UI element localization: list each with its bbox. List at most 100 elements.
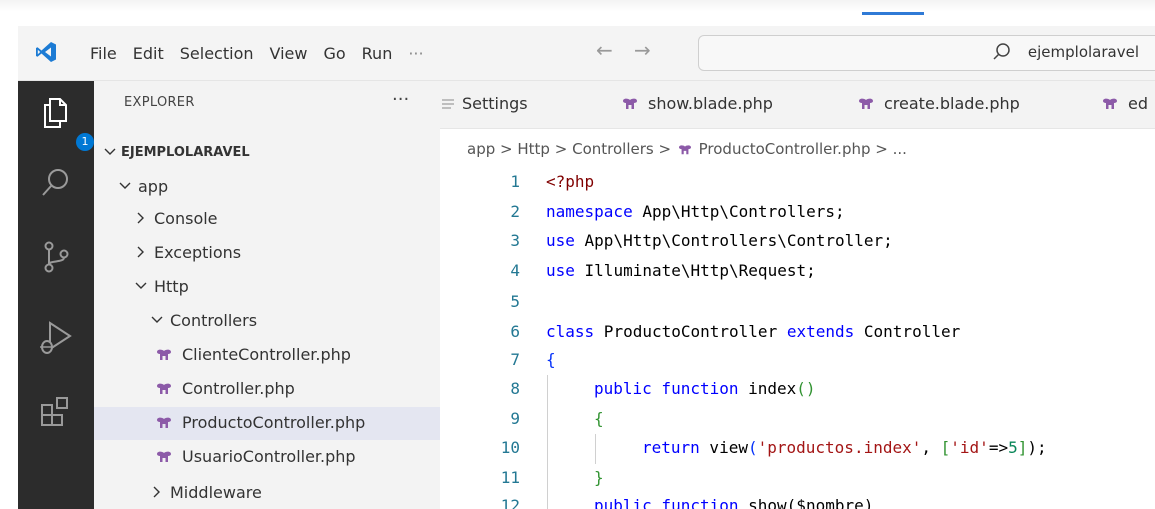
- code-bracket: (): [796, 379, 816, 398]
- tree-file-clientecontroller[interactable]: ClienteController.php: [94, 339, 440, 372]
- tree-file-productocontroller[interactable]: ProductoController.php: [94, 407, 440, 440]
- code-keyword: use: [546, 231, 575, 250]
- chevron-right-icon: [153, 486, 160, 498]
- menu-more[interactable]: ···: [400, 44, 431, 63]
- breadcrumb-separator: >: [500, 140, 513, 158]
- code-keyword: public: [594, 379, 652, 398]
- search-view-button[interactable]: [38, 165, 74, 201]
- code-keyword: class: [546, 322, 595, 341]
- breadcrumb-controllers[interactable]: Controllers: [572, 140, 654, 158]
- chevron-right-icon: [137, 212, 144, 224]
- menu-go[interactable]: Go: [315, 44, 353, 63]
- tree-file-controller[interactable]: Controller.php: [94, 373, 440, 406]
- menu-edit[interactable]: Edit: [125, 44, 172, 63]
- tree-folder-app[interactable]: app: [94, 171, 440, 204]
- code-bracket: {: [594, 409, 604, 428]
- chevron-down-icon: [104, 148, 116, 155]
- code-text: );: [1027, 438, 1047, 457]
- php-file-icon: [157, 349, 171, 360]
- run-debug-icon: [40, 321, 72, 354]
- code-line: 6 class ProductoController extends Contr…: [440, 318, 1155, 348]
- code-bracket: ]: [1017, 438, 1028, 457]
- php-file-icon: [157, 417, 171, 428]
- menu-bar: File Edit Selection View Go Run ···: [82, 26, 432, 80]
- code-line: 3 use App\Http\Controllers\Controller;: [440, 227, 1155, 257]
- chevron-right-icon: [137, 246, 144, 258]
- code-text: ($nombre): [786, 496, 874, 509]
- breadcrumb-separator: >: [554, 140, 568, 158]
- code-keyword: extends: [786, 322, 855, 341]
- explorer-badge: 1: [76, 133, 94, 151]
- code-bracket: {: [546, 350, 556, 369]
- code-keyword: public: [594, 496, 652, 509]
- breadcrumb-file[interactable]: ProductoController.php: [699, 140, 871, 158]
- editor-tabs: Settings show.blade.php create.blade.php…: [440, 81, 1155, 129]
- tree-label: Exceptions: [154, 243, 242, 262]
- chevron-down-icon: [119, 182, 131, 189]
- menu-file[interactable]: File: [82, 44, 125, 63]
- code-bracket: }: [594, 468, 604, 487]
- tab-edit-blade[interactable]: ed: [1100, 81, 1155, 128]
- menu-selection[interactable]: Selection: [172, 44, 262, 63]
- source-control-button[interactable]: [38, 239, 74, 275]
- tree-label: ProductoController.php: [182, 413, 366, 432]
- code-text: App\Http\Controllers;: [632, 202, 845, 221]
- tree-folder-middleware[interactable]: Middleware: [94, 477, 440, 509]
- code-text: App\Http\Controllers\Controller;: [574, 231, 893, 250]
- code-text: <?php: [546, 172, 595, 191]
- chevron-down-icon: [151, 316, 163, 323]
- tab-create-blade[interactable]: create.blade.php: [856, 81, 1056, 128]
- breadcrumb-separator: >: [658, 140, 672, 158]
- menu-run[interactable]: Run: [354, 44, 401, 63]
- run-debug-button[interactable]: [38, 319, 74, 355]
- code-text: Controller: [854, 322, 961, 341]
- code-text: Illuminate\Http\Request;: [574, 261, 816, 280]
- line-number: 9: [510, 409, 520, 428]
- explorer-more-button[interactable]: ···: [392, 89, 409, 110]
- title-bar: File Edit Selection View Go Run ··· ← → …: [18, 26, 1155, 81]
- breadcrumb-app[interactable]: app: [467, 140, 495, 158]
- command-center-search[interactable]: ejemplolaravel: [698, 35, 1155, 71]
- code-keyword: return: [642, 438, 700, 457]
- menu-view[interactable]: View: [262, 44, 316, 63]
- line-number: 1: [510, 172, 520, 191]
- tab-label: show.blade.php: [648, 94, 773, 113]
- tree-label: Middleware: [170, 483, 262, 502]
- line-number: 2: [510, 202, 520, 221]
- tree-root-folder[interactable]: EJEMPLOLARAVEL: [94, 137, 440, 170]
- code-line: 4 use Illuminate\Http\Request;: [440, 257, 1155, 287]
- breadcrumb-separator: >: [875, 140, 888, 158]
- activity-bar: 1: [18, 81, 94, 509]
- code-text: index: [738, 379, 797, 398]
- tree-folder-exceptions[interactable]: Exceptions: [94, 237, 440, 270]
- back-button[interactable]: ←: [596, 38, 613, 62]
- line-number: 8: [510, 379, 520, 398]
- php-file-icon: [623, 98, 637, 109]
- tab-settings[interactable]: Settings: [440, 81, 560, 128]
- window-accent-line: [862, 12, 924, 15]
- explorer-button[interactable]: 1: [38, 95, 94, 151]
- line-number: 12: [500, 496, 520, 509]
- tree-label: app: [138, 177, 169, 196]
- code-bracket: [: [940, 438, 951, 457]
- code-text: ProductoController: [594, 322, 787, 341]
- search-text: ejemplolaravel: [1027, 43, 1139, 61]
- code-number: 5: [1008, 438, 1018, 457]
- tree-folder-http[interactable]: Http: [94, 271, 440, 304]
- line-number: 10: [500, 438, 520, 457]
- tree-folder-console[interactable]: Console: [94, 203, 440, 236]
- php-file-icon: [157, 383, 171, 394]
- code-editor[interactable]: 1 <?php 2 namespace App\Http\Controllers…: [440, 168, 1155, 509]
- breadcrumb-symbols[interactable]: ...: [893, 140, 907, 158]
- tree-file-usuariocontroller[interactable]: UsuarioController.php: [94, 441, 440, 474]
- extensions-button[interactable]: [38, 393, 74, 429]
- code-text: ,: [921, 438, 941, 457]
- tab-label: create.blade.php: [884, 94, 1020, 113]
- tree-folder-controllers[interactable]: Controllers: [94, 305, 440, 338]
- code-keyword: function: [651, 379, 739, 398]
- forward-button[interactable]: →: [634, 38, 651, 62]
- code-keyword: use: [546, 261, 575, 280]
- tab-show-blade[interactable]: show.blade.php: [620, 81, 820, 128]
- top-shadow: [0, 0, 1155, 12]
- breadcrumb-http[interactable]: Http: [517, 140, 550, 158]
